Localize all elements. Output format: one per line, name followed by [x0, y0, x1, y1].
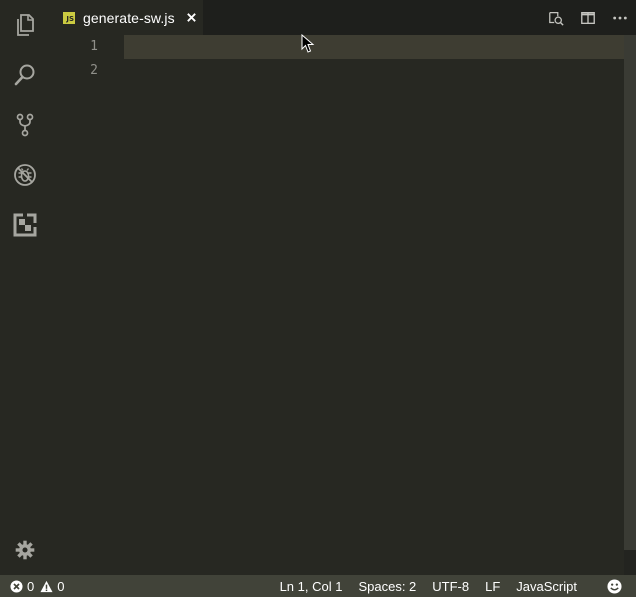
explorer-button[interactable]	[0, 0, 50, 50]
extensions-icon	[13, 213, 37, 237]
debug-button[interactable]	[0, 150, 50, 200]
search-icon	[14, 64, 35, 86]
more-actions-icon	[613, 16, 627, 19]
source-control-icon	[16, 113, 34, 137]
scrollbar-thumb[interactable]	[624, 35, 636, 550]
close-icon[interactable]	[185, 11, 199, 25]
warning-count: 0	[57, 578, 65, 594]
current-line-highlight	[124, 35, 624, 59]
tab-title: generate-sw.js	[83, 9, 175, 26]
status-bar: 0 0 Ln 1, Col 1 Spaces: 2 UTF-8 LF JavaS…	[0, 575, 636, 597]
problems-indicator[interactable]: 0 0	[10, 575, 64, 597]
error-icon	[10, 579, 23, 593]
cursor-position[interactable]: Ln 1, Col 1	[272, 575, 351, 597]
eol-selector[interactable]: LF	[477, 575, 508, 597]
more-actions-button[interactable]	[604, 0, 636, 35]
warning-icon	[40, 580, 53, 592]
debug-icon	[14, 164, 36, 186]
tab-bar: JS generate-sw.js	[50, 0, 636, 35]
error-count: 0	[27, 578, 35, 594]
split-editor-button[interactable]	[572, 0, 604, 35]
gear-icon	[15, 540, 35, 560]
split-editor-icon	[581, 11, 595, 24]
javascript-file-icon: JS	[63, 11, 75, 24]
open-preview-button[interactable]	[540, 0, 572, 35]
smiley-icon	[607, 578, 622, 594]
settings-button[interactable]	[0, 525, 50, 575]
search-button[interactable]	[0, 50, 50, 100]
editor-actions	[540, 0, 636, 35]
open-preview-icon	[549, 11, 564, 26]
mouse-pointer-icon	[301, 34, 315, 53]
tab-generate-sw[interactable]: JS generate-sw.js	[50, 0, 203, 35]
language-mode-selector[interactable]: JavaScript	[508, 575, 585, 597]
feedback-button[interactable]	[585, 575, 636, 597]
encoding-selector[interactable]: UTF-8	[424, 575, 477, 597]
source-control-button[interactable]	[0, 100, 50, 150]
vertical-scrollbar[interactable]	[624, 35, 636, 575]
activity-bar	[0, 0, 50, 575]
line-number: 2	[90, 63, 98, 78]
code-editor[interactable]: 1 2	[50, 35, 624, 575]
extensions-button[interactable]	[0, 200, 50, 250]
indentation-selector[interactable]: Spaces: 2	[350, 575, 424, 597]
files-icon	[17, 14, 34, 36]
line-number: 1	[90, 39, 98, 54]
